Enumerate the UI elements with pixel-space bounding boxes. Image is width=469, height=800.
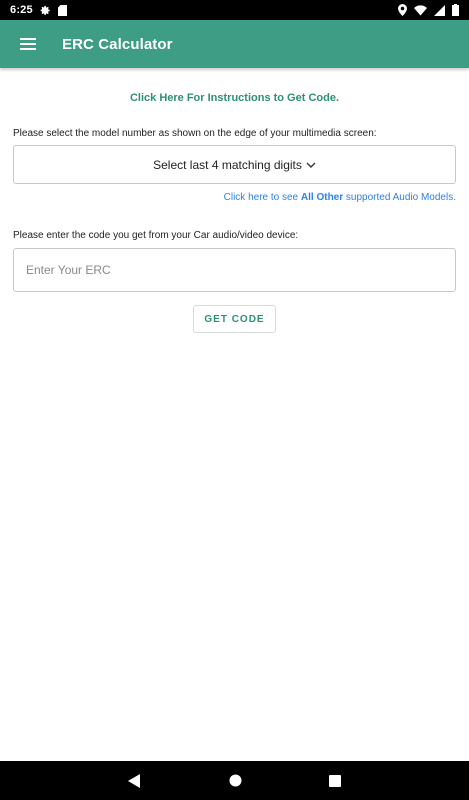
home-circle-icon[interactable] bbox=[215, 761, 255, 800]
other-models-link[interactable]: Click here to see All Other supported Au… bbox=[224, 192, 456, 203]
app-title: ERC Calculator bbox=[62, 35, 173, 53]
app-bar: ERC Calculator bbox=[0, 20, 469, 68]
instructions-link[interactable]: Click Here For Instructions to Get Code. bbox=[0, 92, 469, 104]
code-prompt-label: Please enter the code you get from your … bbox=[13, 230, 299, 241]
status-time: 6:25 bbox=[10, 4, 33, 16]
gear-icon bbox=[40, 5, 51, 16]
model-select-value: Select last 4 matching digits bbox=[153, 157, 302, 172]
status-left: 6:25 bbox=[10, 4, 67, 16]
other-models-prefix: Click here to see bbox=[223, 192, 301, 203]
other-models-emphasis: All Other bbox=[300, 192, 344, 203]
erc-input[interactable] bbox=[13, 248, 456, 292]
status-bar: 6:25 bbox=[0, 0, 469, 20]
status-right bbox=[398, 4, 459, 16]
hamburger-menu-icon[interactable] bbox=[4, 20, 52, 68]
battery-icon bbox=[452, 4, 459, 16]
sd-card-icon bbox=[57, 4, 67, 16]
wifi-icon bbox=[414, 4, 427, 16]
recents-square-icon[interactable] bbox=[315, 761, 355, 800]
navigation-bar bbox=[0, 761, 469, 800]
other-models-suffix: supported Audio Models. bbox=[343, 192, 456, 203]
location-icon bbox=[398, 4, 407, 16]
signal-icon bbox=[434, 4, 445, 16]
model-prompt-label: Please select the model number as shown … bbox=[13, 128, 377, 139]
model-select-dropdown[interactable]: Select last 4 matching digits bbox=[13, 145, 456, 184]
get-code-button[interactable]: GET CODE bbox=[193, 305, 276, 333]
chevron-down-icon bbox=[306, 161, 316, 169]
back-triangle-icon[interactable] bbox=[114, 761, 154, 800]
